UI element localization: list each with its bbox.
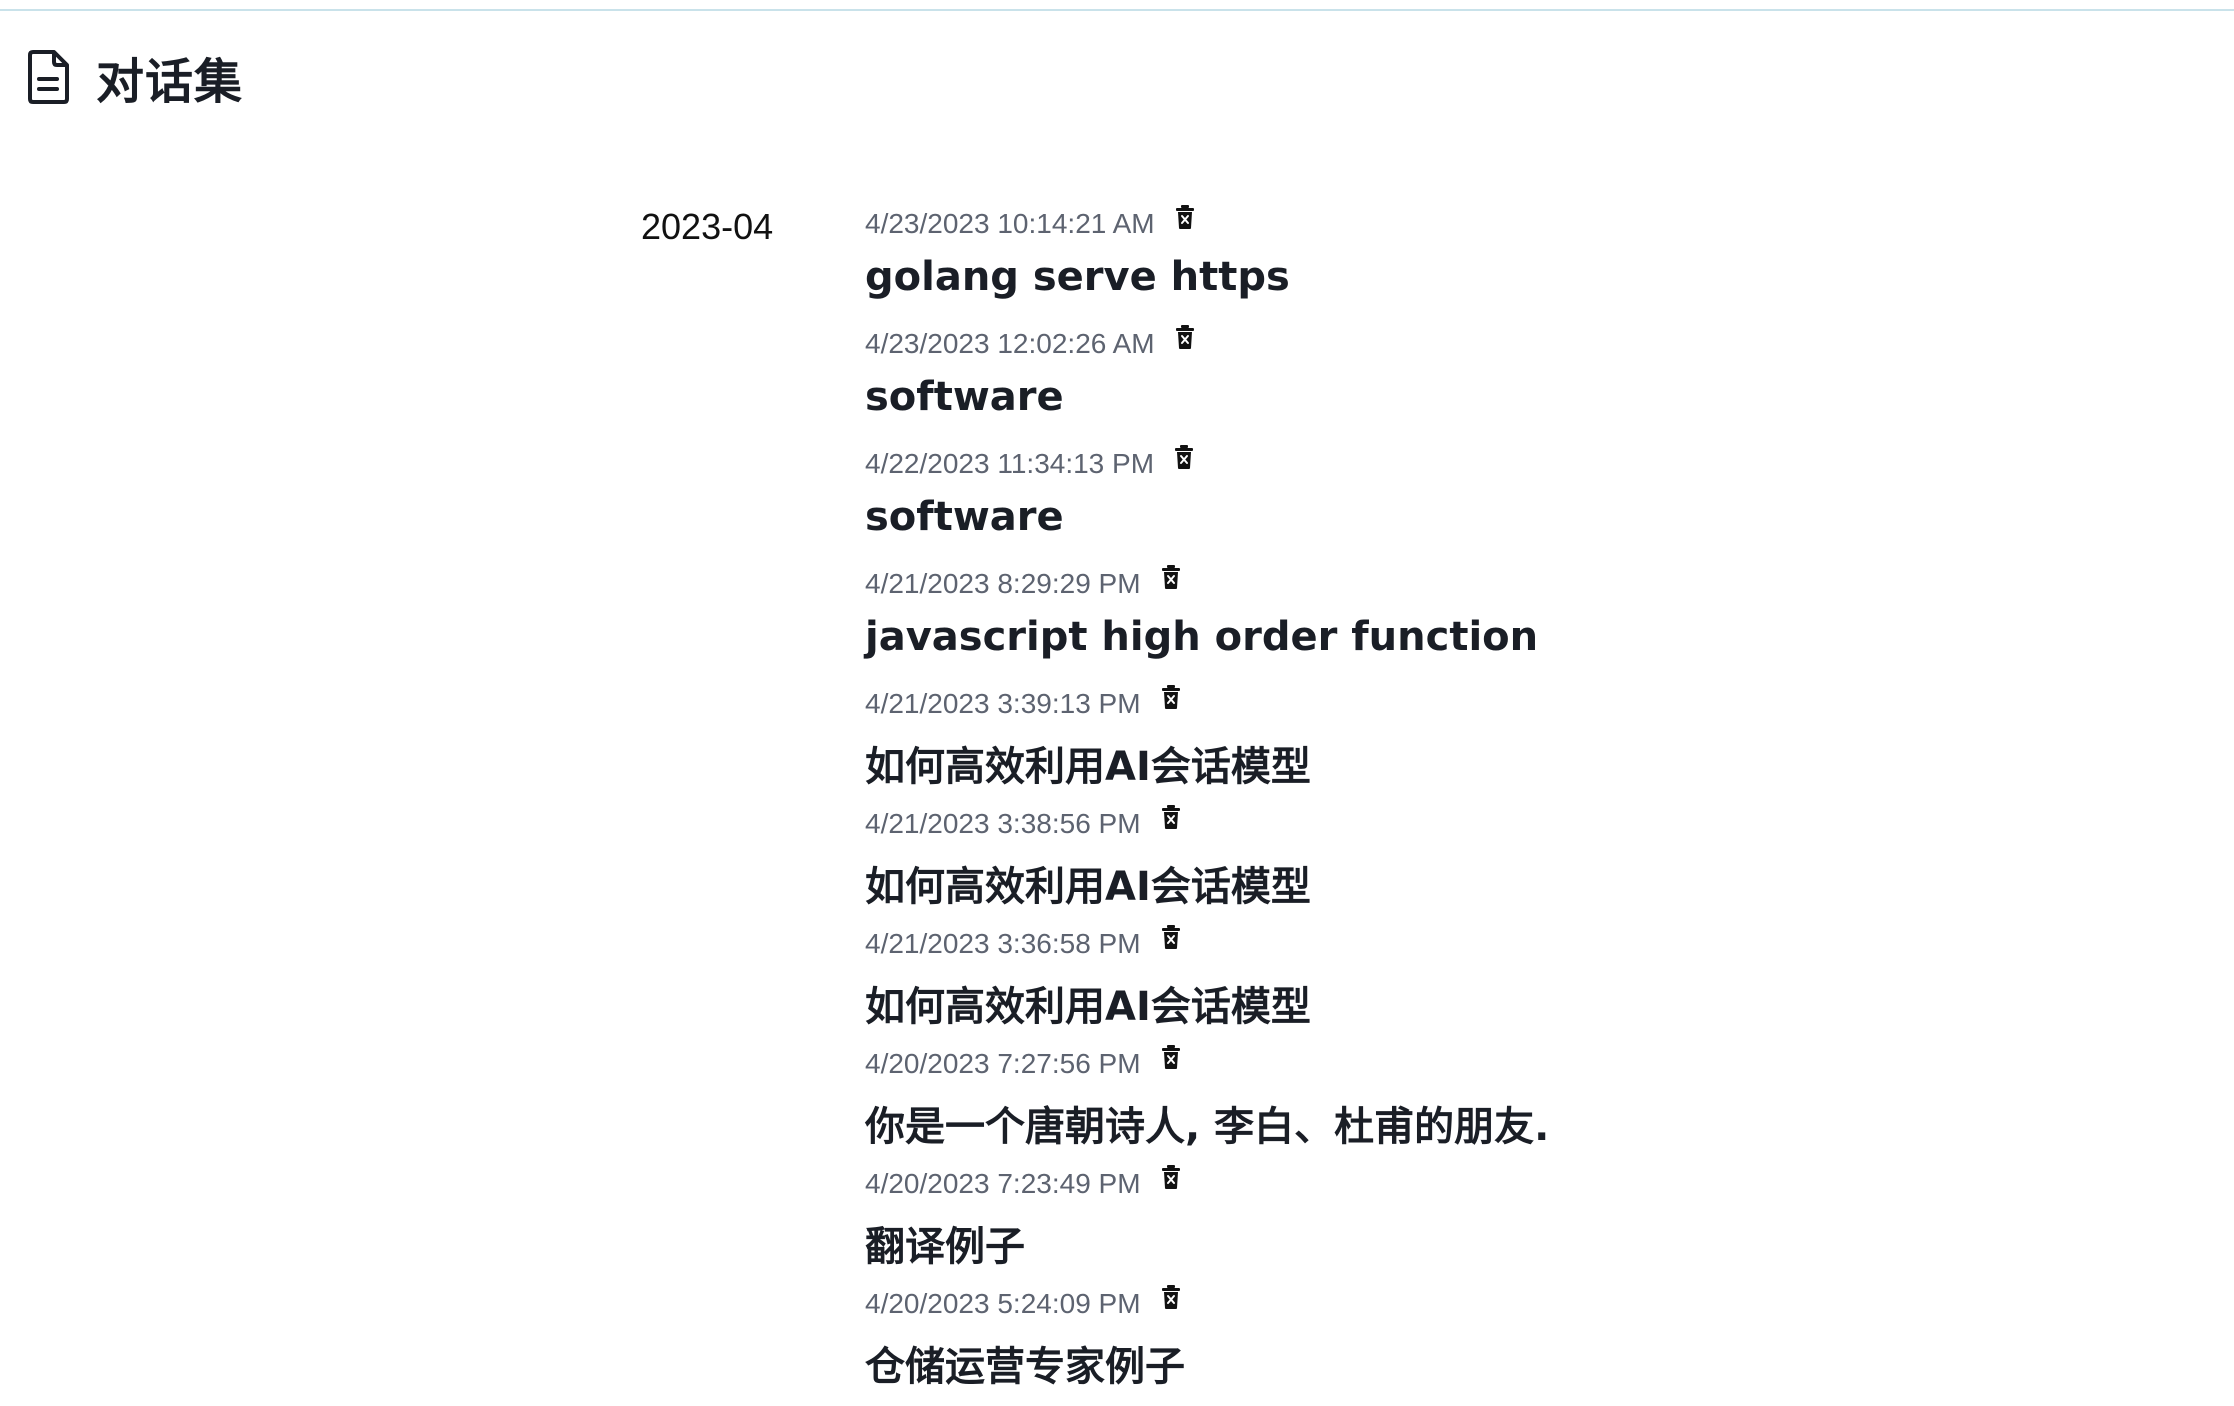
conversation-timestamp: 4/23/2023 12:02:26 AM — [865, 328, 1155, 359]
conversation-item[interactable]: 4/21/2023 3:39:13 PM 如何高效利用AI会话模型 — [865, 680, 2165, 800]
conversation-timestamp: 4/20/2023 7:27:56 PM — [865, 1048, 1141, 1079]
delete-icon[interactable] — [1161, 564, 1181, 590]
conversation-item[interactable]: 4/20/2023 7:23:49 PM 翻译例子 — [865, 1160, 2165, 1280]
conversation-timestamp: 4/20/2023 5:24:09 PM — [865, 1288, 1141, 1319]
conversation-item[interactable]: 4/21/2023 8:29:29 PM javascript high orde… — [865, 560, 2165, 680]
delete-icon[interactable] — [1161, 1044, 1181, 1070]
conversation-title[interactable]: javascript high order function — [865, 614, 1538, 660]
conversation-title[interactable]: 如何高效利用AI会话模型 — [865, 974, 1311, 1032]
conversation-title[interactable]: 你是一个唐朝诗人, 李白、杜甫的朋友. — [865, 1094, 1549, 1152]
conversation-timestamp: 4/20/2023 7:23:49 PM — [865, 1168, 1141, 1199]
conversation-meta: 4/20/2023 7:23:49 PM — [865, 1160, 1181, 1208]
conversation-title[interactable]: 如何高效利用AI会话模型 — [865, 854, 1311, 912]
conversation-meta: 4/21/2023 8:29:29 PM — [865, 560, 1181, 608]
conversation-timestamp: 4/21/2023 3:38:56 PM — [865, 808, 1141, 839]
conversation-title[interactable]: golang serve https — [865, 254, 1290, 300]
conversation-title[interactable]: 仓储运营专家例子 — [865, 1334, 1185, 1392]
conversation-meta: 4/21/2023 3:38:56 PM — [865, 800, 1181, 848]
conversation-item[interactable]: 4/20/2023 7:27:56 PM 你是一个唐朝诗人, 李白、杜甫的朋友. — [865, 1040, 2165, 1160]
month-label: 2023-04 — [641, 206, 774, 247]
page-header: 对话集 — [24, 44, 243, 110]
delete-icon[interactable] — [1161, 804, 1181, 830]
conversation-item[interactable]: 4/22/2023 11:34:13 PM software — [865, 440, 2165, 560]
conversation-meta: 4/20/2023 5:24:09 PM — [865, 1280, 1181, 1328]
conversation-meta: 4/23/2023 10:14:21 AM — [865, 200, 1195, 248]
conversation-timestamp: 4/21/2023 8:29:29 PM — [865, 568, 1141, 599]
conversation-meta: 4/21/2023 3:39:13 PM — [865, 680, 1181, 728]
conversation-title[interactable]: 翻译例子 — [865, 1214, 1025, 1272]
conversation-item[interactable]: 4/21/2023 3:38:56 PM 如何高效利用AI会话模型 — [865, 800, 2165, 920]
delete-icon[interactable] — [1161, 1284, 1181, 1310]
conversation-title[interactable]: software — [865, 374, 1064, 420]
conversation-timestamp: 4/21/2023 3:36:58 PM — [865, 928, 1141, 959]
conversation-meta: 4/20/2023 7:27:56 PM — [865, 1040, 1181, 1088]
conversation-item[interactable]: 4/23/2023 12:02:26 AM software — [865, 320, 2165, 440]
conversation-title[interactable]: 如何高效利用AI会话模型 — [865, 734, 1311, 792]
delete-icon[interactable] — [1175, 204, 1195, 230]
conversation-item[interactable]: 4/20/2023 5:24:09 PM 仓储运营专家例子 — [865, 1280, 2165, 1400]
conversation-meta: 4/21/2023 3:36:58 PM — [865, 920, 1181, 968]
conversation-meta: 4/22/2023 11:34:13 PM — [865, 440, 1194, 488]
document-icon — [24, 49, 72, 105]
conversation-item[interactable]: 4/21/2023 3:36:58 PM 如何高效利用AI会话模型 — [865, 920, 2165, 1040]
conversation-item[interactable]: 4/23/2023 10:14:21 AM golang serve https — [865, 200, 2165, 320]
page-title: 对话集 — [96, 54, 244, 110]
delete-icon[interactable] — [1174, 444, 1194, 470]
conversation-list: 4/23/2023 10:14:21 AM golang serve https 4… — [865, 200, 2165, 1400]
delete-icon[interactable] — [1161, 924, 1181, 950]
delete-icon[interactable] — [1175, 324, 1195, 350]
conversation-timestamp: 4/23/2023 10:14:21 AM — [865, 208, 1155, 239]
conversation-timestamp: 4/21/2023 3:39:13 PM — [865, 688, 1141, 719]
top-border — [0, 0, 2234, 11]
conversation-timestamp: 4/22/2023 11:34:13 PM — [865, 448, 1155, 479]
conversation-meta: 4/23/2023 12:02:26 AM — [865, 320, 1195, 368]
delete-icon[interactable] — [1161, 684, 1181, 710]
conversation-title[interactable]: software — [865, 494, 1064, 540]
delete-icon[interactable] — [1161, 1164, 1181, 1190]
